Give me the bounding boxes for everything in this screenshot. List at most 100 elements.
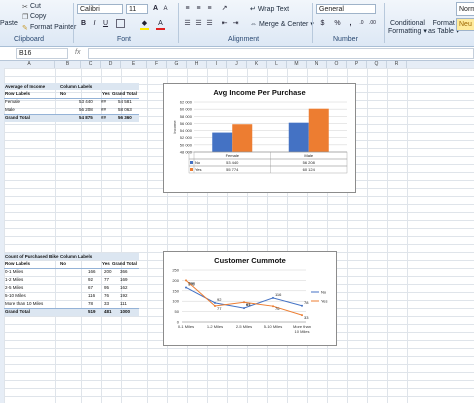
column-header-f[interactable]: F xyxy=(147,61,167,68)
cut-button[interactable]: Cut xyxy=(30,3,41,10)
x-tick-label: 1-2 Miles xyxy=(207,324,223,329)
data-label: 55 774 xyxy=(226,167,239,172)
align-top-icon[interactable]: ≡ xyxy=(183,4,192,13)
font-color-icon[interactable]: A xyxy=(156,19,165,30)
bold-button[interactable]: B xyxy=(79,19,88,28)
scissors-icon: ✂ xyxy=(22,4,28,11)
pivot-row-label: More than 10 Miles xyxy=(5,301,44,306)
indent-decrease-icon[interactable]: ⇤ xyxy=(220,19,229,28)
decrease-decimal-icon[interactable]: .00 xyxy=(368,19,377,28)
line-chart-customer[interactable]: Customer Cummote 0 50 100 150 200 250 0-1 Mile… xyxy=(163,251,337,346)
pivot-cell: 481 xyxy=(104,309,112,314)
data-point xyxy=(185,286,187,289)
data-point xyxy=(214,301,216,304)
pivot-row-label: Male xyxy=(5,107,15,112)
number-format-select[interactable]: General xyxy=(316,4,376,14)
pivot-column-labels[interactable]: Column Labels xyxy=(60,254,92,259)
increase-decimal-icon[interactable]: .0 xyxy=(357,19,366,28)
grow-font-icon[interactable]: A xyxy=(151,4,160,13)
pivot-row-label: 1-2 Miles xyxy=(5,277,24,282)
align-bottom-icon[interactable]: ≡ xyxy=(205,4,214,13)
data-point xyxy=(214,304,216,307)
pivot-cell: 95 xyxy=(104,285,110,290)
pivot-corner: Count of Purchased Bike xyxy=(5,254,59,259)
column-header-q[interactable]: Q xyxy=(367,61,387,68)
align-right-icon[interactable]: ☰ xyxy=(205,19,214,28)
borders-icon[interactable] xyxy=(116,19,125,28)
legend-swatch-no xyxy=(190,161,193,164)
copy-button[interactable]: Copy xyxy=(30,13,46,20)
column-header-b[interactable]: B xyxy=(55,61,81,68)
pivot-row-label: Grand Total xyxy=(5,309,30,314)
align-left-icon[interactable]: ☰ xyxy=(183,19,192,28)
bar-chart-avg-income[interactable]: Avg Income Per Purchase 48 000 50 000 52 0… xyxy=(163,83,356,193)
orientation-icon[interactable]: ↗ xyxy=(220,4,229,13)
column-header-m[interactable]: M xyxy=(287,61,307,68)
y-tick-label: 150 xyxy=(172,288,179,293)
column-header-l[interactable]: L xyxy=(267,61,287,68)
format-as-table-button[interactable]: Format as Table ▾ xyxy=(428,20,459,36)
column-header-e[interactable]: E xyxy=(121,61,147,68)
name-box[interactable]: B16 xyxy=(16,48,68,59)
wrap-text-button[interactable]: ↵ Wrap Text xyxy=(250,5,289,13)
pivot-column-labels[interactable]: Column Labels xyxy=(60,84,92,89)
pivot-cell: 56 360 xyxy=(118,115,132,120)
y-tick-label: 58 000 xyxy=(180,114,193,119)
data-point xyxy=(301,304,303,307)
data-label: 78 xyxy=(304,300,309,305)
pivot-row-label: 2-5 Miles xyxy=(5,285,24,290)
font-name-select[interactable]: Calibri xyxy=(77,4,123,14)
pivot-cell: 54 875 xyxy=(79,115,93,120)
column-header-k[interactable]: K xyxy=(247,61,267,68)
merge-center-label: Merge & Center xyxy=(258,21,309,28)
shrink-font-icon[interactable]: A xyxy=(161,5,170,14)
format-painter-button[interactable]: Format Painter xyxy=(30,24,76,31)
italic-button[interactable]: I xyxy=(90,19,99,28)
column-header-r[interactable]: R xyxy=(387,61,407,68)
column-header-g[interactable]: G xyxy=(167,61,187,68)
merge-center-button[interactable]: ⇔ Merge & Center ▾ xyxy=(250,20,314,28)
percent-button[interactable]: % xyxy=(333,19,342,28)
comma-button[interactable]: , xyxy=(346,19,355,28)
font-size-select[interactable]: 11 xyxy=(126,4,148,14)
currency-button[interactable]: $ xyxy=(318,19,327,28)
column-header-h[interactable]: H xyxy=(187,61,207,68)
pivot-cell: 116 xyxy=(88,293,96,298)
style-neutral-cell[interactable]: Neu xyxy=(456,18,474,31)
fill-color-icon[interactable]: ◆ xyxy=(140,19,149,30)
column-header-n[interactable]: N xyxy=(307,61,327,68)
pivot-row-labels[interactable]: Row Labels xyxy=(5,261,30,266)
formula-input[interactable] xyxy=(88,48,474,59)
column-header-p[interactable]: P xyxy=(347,61,367,68)
align-middle-icon[interactable]: ≡ xyxy=(194,4,203,13)
column-header-i[interactable]: I xyxy=(207,61,227,68)
pivot-row-labels[interactable]: Row Labels xyxy=(5,91,30,96)
x-tick-label: 5-10 Miles xyxy=(264,324,282,329)
data-label: 116 xyxy=(275,292,282,297)
column-header-c[interactable]: C xyxy=(81,61,101,68)
conditional-label-2: Formatting xyxy=(388,28,422,35)
underline-button[interactable]: U xyxy=(101,19,110,28)
data-label: 77 xyxy=(217,306,222,311)
y-tick-label: 250 xyxy=(172,268,179,273)
column-header-d[interactable]: D xyxy=(101,61,121,68)
legend-swatch-yes xyxy=(190,168,193,171)
column-header-o[interactable]: O xyxy=(327,61,347,68)
paste-button[interactable]: Paste xyxy=(0,20,18,27)
column-header-a[interactable]: A xyxy=(4,61,55,68)
pivot-cell: 56 208 xyxy=(79,107,93,112)
pivot-row-label: Female xyxy=(5,99,21,104)
column-header-j[interactable]: J xyxy=(227,61,247,68)
grid-column-line xyxy=(367,68,368,403)
data-label: 33 xyxy=(304,315,309,320)
fx-icon[interactable]: fx xyxy=(75,49,80,56)
indent-increase-icon[interactable]: ⇥ xyxy=(231,19,240,28)
data-point xyxy=(272,296,274,299)
pivot-corner: Average of Income xyxy=(5,84,46,89)
conditional-formatting-button[interactable]: Conditional Formatting ▾ xyxy=(388,20,427,36)
category-label: Female xyxy=(226,153,240,158)
style-normal-cell[interactable]: Norm xyxy=(456,2,474,16)
pivot-col-yes: Yes xyxy=(102,261,110,266)
align-center-icon[interactable]: ☰ xyxy=(194,19,203,28)
data-table-row xyxy=(188,165,348,174)
